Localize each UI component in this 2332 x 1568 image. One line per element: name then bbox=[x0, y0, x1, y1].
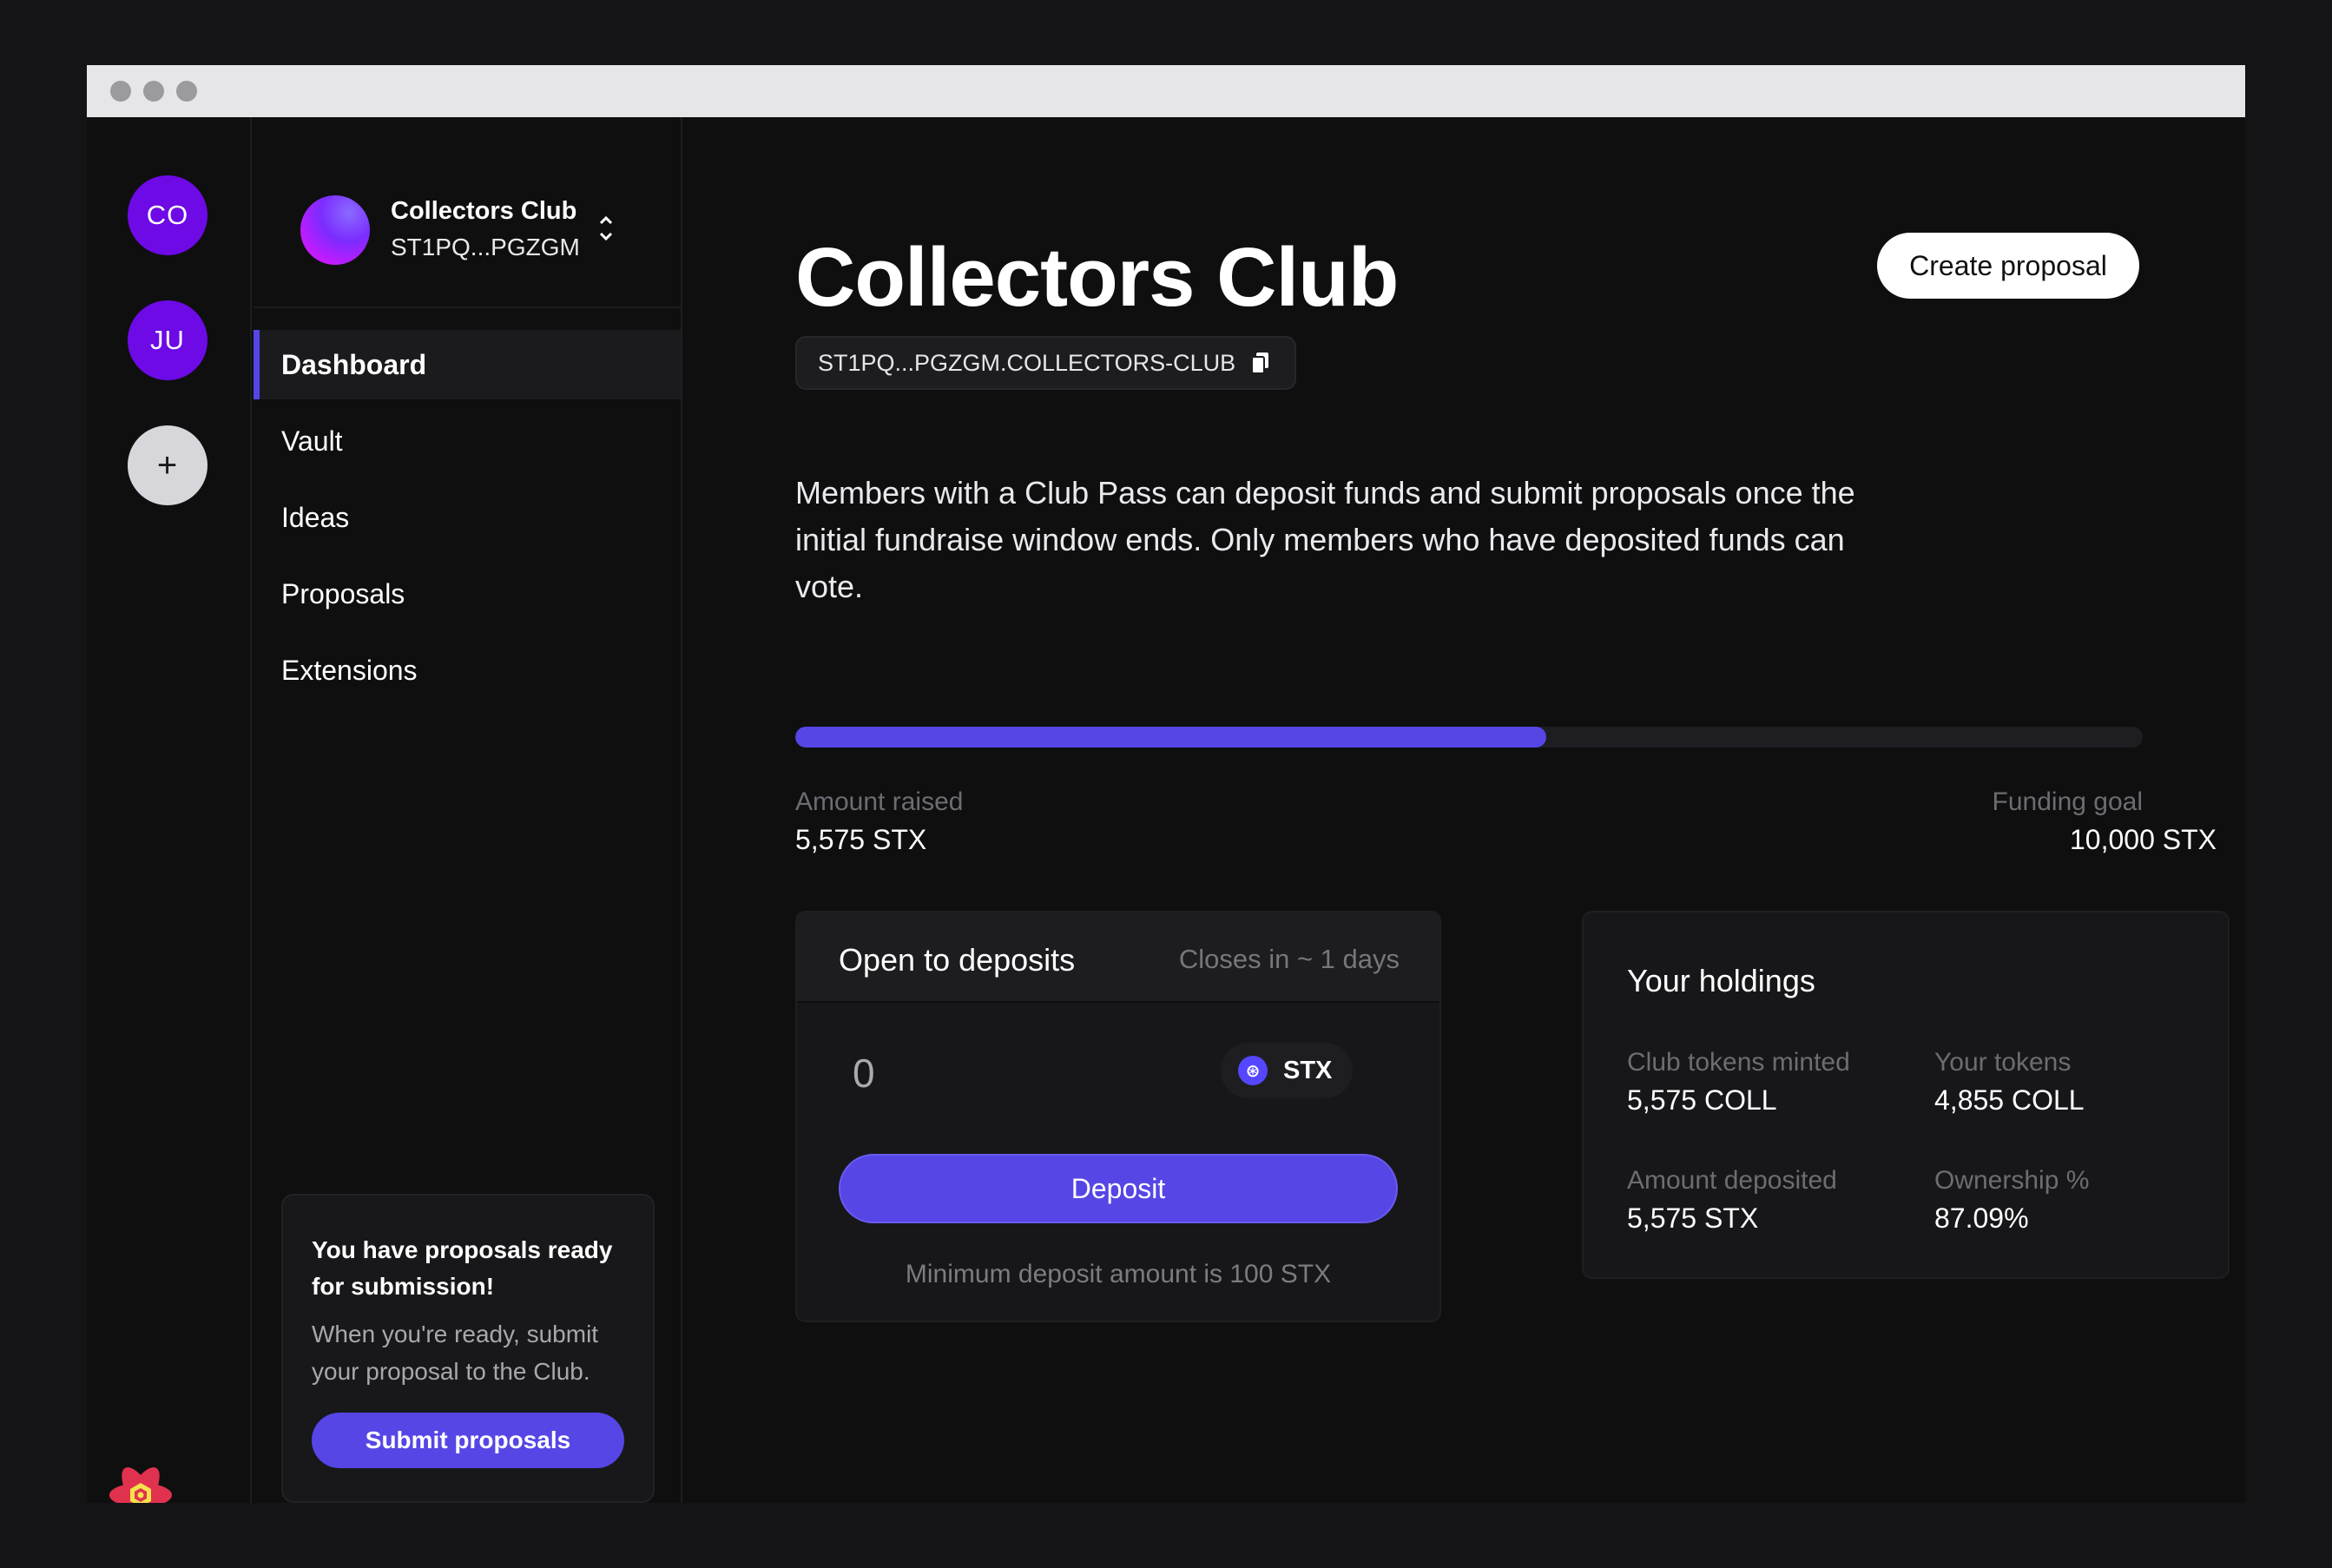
club-address: ST1PQ...PGZGM bbox=[391, 234, 580, 260]
create-proposal-button[interactable]: Create proposal bbox=[1877, 233, 2139, 299]
amount-raised-label: Amount raised bbox=[795, 787, 964, 816]
nav-item-dashboard[interactable]: Dashboard bbox=[254, 330, 681, 399]
club-switch-co[interactable]: CO bbox=[128, 175, 208, 255]
funding-goal-value: 10,000 STX bbox=[2070, 824, 2217, 855]
app-logo-icon bbox=[109, 1467, 172, 1503]
chevron-up-down-icon[interactable] bbox=[596, 211, 616, 246]
holding-value: 4,855 COLL bbox=[1934, 1084, 2085, 1116]
holding-label: Amount deposited bbox=[1627, 1166, 1837, 1195]
contract-address-pill[interactable]: ST1PQ...PGZGM.COLLECTORS-CLUB bbox=[795, 336, 1297, 390]
nav-item-proposals[interactable]: Proposals bbox=[254, 559, 681, 629]
club-avatar bbox=[300, 195, 370, 265]
promo-body: When you're ready, submit your proposal … bbox=[312, 1321, 599, 1385]
minimum-deposit-note: Minimum deposit amount is 100 STX bbox=[905, 1260, 1332, 1288]
holding-label: Ownership % bbox=[1934, 1166, 2090, 1195]
add-club-button[interactable]: + bbox=[128, 425, 208, 505]
holding-label: Your tokens bbox=[1934, 1048, 2072, 1077]
deposit-closes-text: Closes in ~ 1 days bbox=[1178, 944, 1400, 974]
window-minimize-dot[interactable] bbox=[143, 81, 164, 102]
amount-raised-value: 5,575 STX bbox=[795, 824, 927, 855]
window-titlebar bbox=[87, 65, 2245, 117]
holding-label: Club tokens minted bbox=[1627, 1048, 1850, 1077]
proposals-ready-card: You have proposals ready for submission!… bbox=[281, 1194, 655, 1503]
promo-title: You have proposals ready for submission! bbox=[312, 1236, 613, 1300]
deposit-card: Open to deposits Closes in ~ 1 days 0 ⊛ … bbox=[795, 911, 1441, 1322]
fundraise-progress-fill bbox=[795, 727, 1547, 748]
nav-item-extensions[interactable]: Extensions bbox=[254, 636, 681, 705]
deposit-amount-input[interactable]: 0 bbox=[853, 1050, 875, 1097]
submit-proposals-button[interactable]: Submit proposals bbox=[312, 1413, 624, 1468]
main-content: Collectors Club Create proposal ST1PQ...… bbox=[684, 117, 2245, 1503]
club-description: Members with a Club Pass can deposit fun… bbox=[795, 475, 1855, 604]
token-selector[interactable]: ⊛ STX bbox=[1221, 1043, 1353, 1098]
club-rail: CO JU + bbox=[87, 117, 252, 1503]
club-switch-ju[interactable]: JU bbox=[128, 300, 208, 380]
holding-value: 5,575 COLL bbox=[1627, 1084, 1777, 1116]
sidebar-nav: Dashboard Vault Ideas Proposals Extensio… bbox=[254, 330, 681, 712]
app-window: CO JU + Collectors Club ST1PQ...PGZGM Da… bbox=[87, 65, 2245, 1503]
token-symbol: STX bbox=[1283, 1056, 1333, 1084]
stx-icon: ⊛ bbox=[1238, 1056, 1268, 1085]
page-title: Collectors Club bbox=[795, 231, 1399, 324]
nav-item-ideas[interactable]: Ideas bbox=[254, 483, 681, 552]
club-switcher[interactable]: Collectors Club ST1PQ...PGZGM bbox=[254, 117, 681, 308]
deposit-button[interactable]: Deposit bbox=[839, 1154, 1398, 1223]
holdings-card: Your holdings Club tokens minted 5,575 C… bbox=[1582, 911, 2230, 1279]
nav-item-vault[interactable]: Vault bbox=[254, 406, 681, 476]
deposit-card-title: Open to deposits bbox=[839, 942, 1076, 978]
funding-goal-label: Funding goal bbox=[1992, 787, 2143, 816]
holding-value: 5,575 STX bbox=[1627, 1202, 1759, 1234]
window-zoom-dot[interactable] bbox=[176, 81, 197, 102]
holdings-title: Your holdings bbox=[1627, 963, 1815, 998]
holding-value: 87.09% bbox=[1934, 1202, 2029, 1234]
sidebar: Collectors Club ST1PQ...PGZGM Dashboard … bbox=[254, 117, 682, 1503]
contract-address: ST1PQ...PGZGM.COLLECTORS-CLUB bbox=[818, 349, 1236, 376]
window-close-dot[interactable] bbox=[110, 81, 131, 102]
deposit-card-header: Open to deposits Closes in ~ 1 days bbox=[797, 912, 1439, 1003]
copy-icon[interactable] bbox=[1251, 352, 1270, 374]
club-name: Collectors Club bbox=[391, 197, 577, 225]
fundraise-progress-bar bbox=[795, 727, 2143, 748]
